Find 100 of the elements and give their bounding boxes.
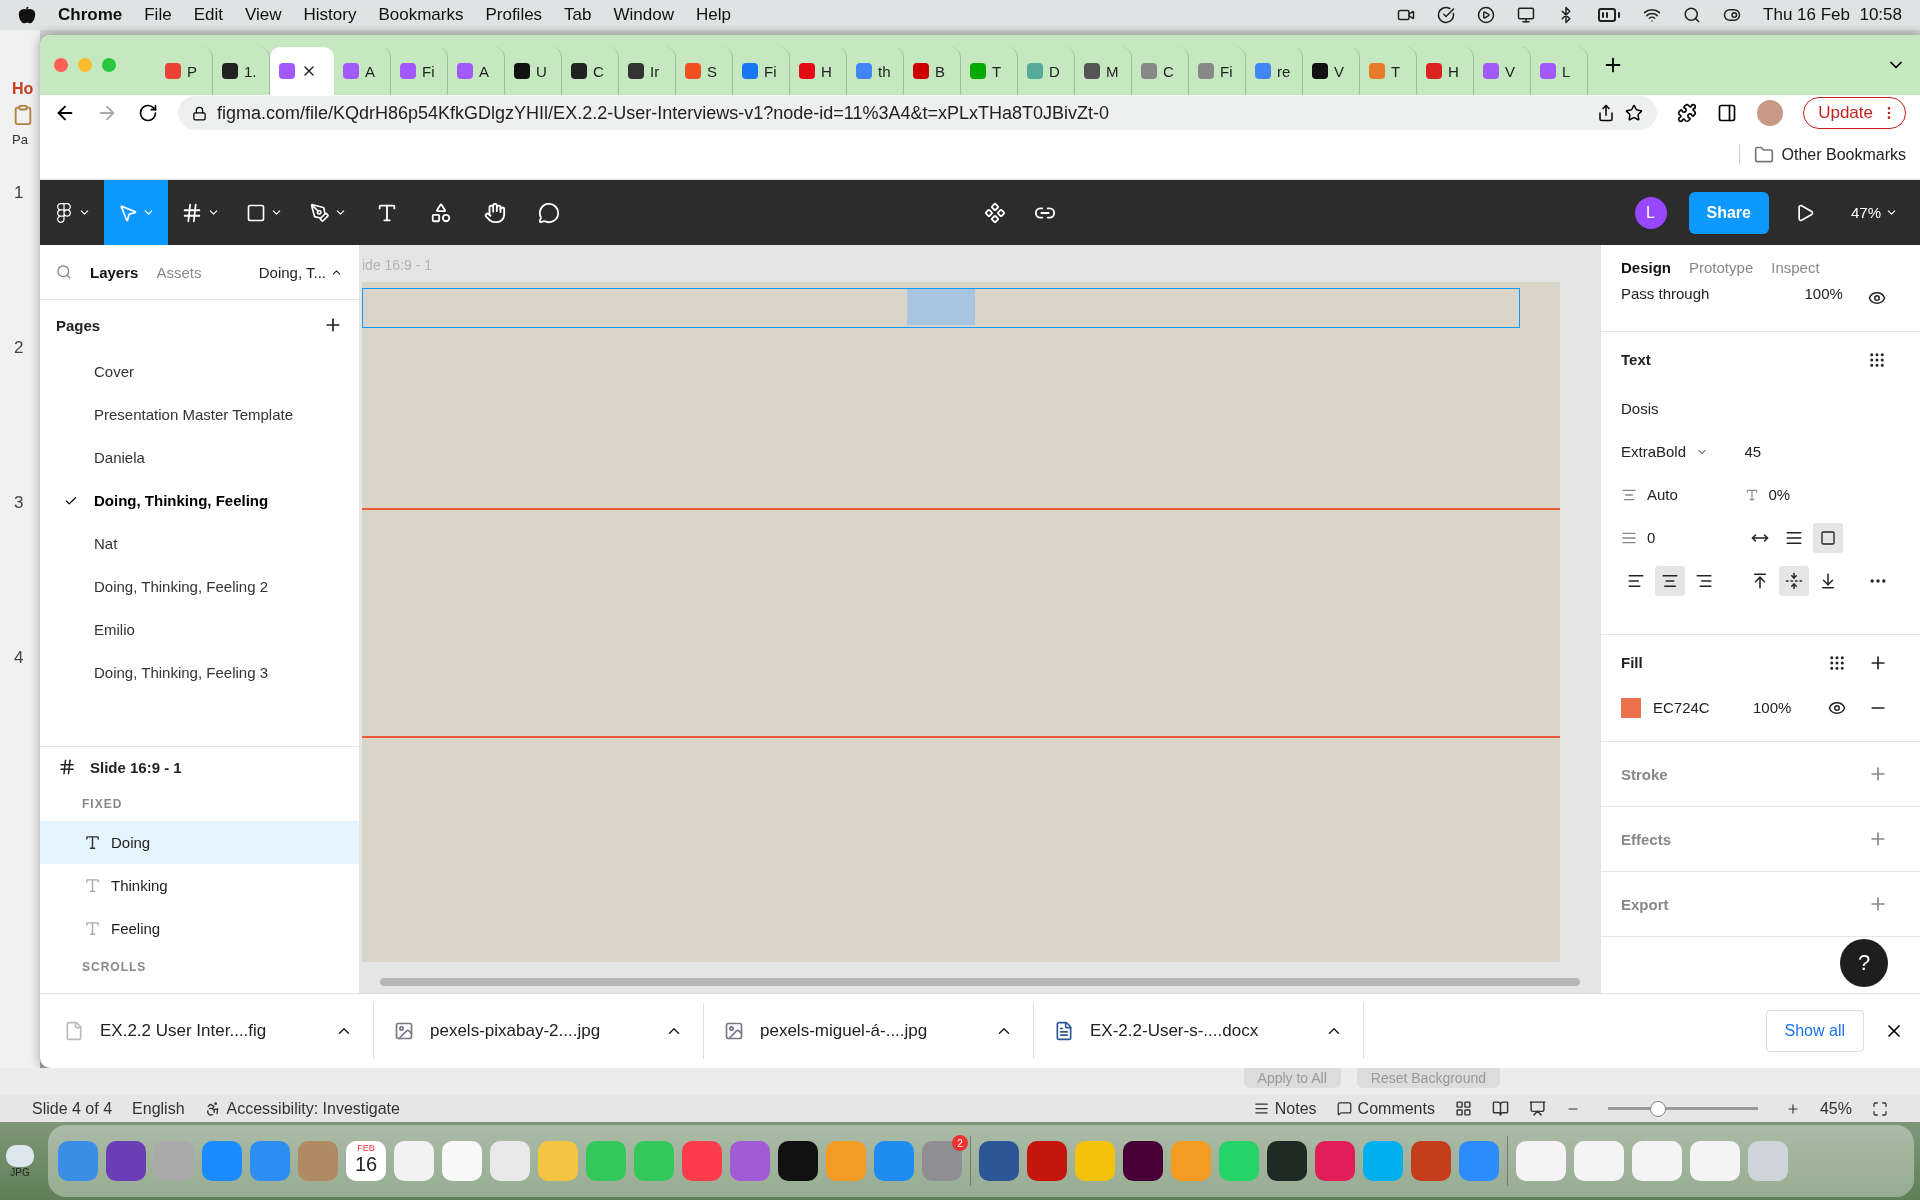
page-item[interactable]: Doing, Thinking, Feeling 2 xyxy=(40,565,359,608)
desktop-file[interactable]: JPG xyxy=(0,1144,40,1178)
scrollbar[interactable] xyxy=(380,978,1580,986)
selection-box[interactable] xyxy=(362,288,1520,328)
show-all-button[interactable]: Show all xyxy=(1765,1010,1864,1052)
page-menu[interactable]: Doing, T... xyxy=(258,263,343,281)
menu-item[interactable]: View xyxy=(244,5,282,25)
styles-icon[interactable] xyxy=(1828,653,1846,672)
menu-item[interactable]: Help xyxy=(696,5,731,25)
page-item[interactable]: Doing, Thinking, Feeling 3 xyxy=(40,651,359,694)
notes-button[interactable]: Notes xyxy=(1253,1099,1317,1118)
window-thumbnail[interactable] xyxy=(1574,1141,1624,1181)
download-item[interactable]: pexels-miguel-á-....jpg xyxy=(724,1003,1034,1059)
page-item[interactable]: Presentation Master Template xyxy=(40,393,359,436)
hex-field[interactable]: EC724C xyxy=(1653,699,1753,716)
line-height-field[interactable]: Auto xyxy=(1621,486,1745,503)
clipboard-icon[interactable] xyxy=(12,104,34,126)
extensions-icon[interactable] xyxy=(1677,103,1698,123)
eye-icon[interactable] xyxy=(1868,289,1886,307)
section-title: Fill xyxy=(1621,654,1644,671)
opacity-field[interactable]: 100% xyxy=(1744,289,1868,302)
ribbon-tab[interactable]: Ho xyxy=(12,80,34,98)
address-bar[interactable]: figma.com/file/KQdrH86p54KfkGDlgzYHIl/EX.2.2-User-Interviews-v1?node-id=11%3A4&t=xPLxTHa8T0JBivZt-0 xyxy=(178,96,1658,130)
window-thumbnail[interactable] xyxy=(1632,1141,1682,1181)
section-title[interactable]: Export xyxy=(1621,895,1868,913)
close-window-button[interactable] xyxy=(54,58,68,72)
layer-item[interactable]: Doing xyxy=(40,821,359,864)
vertical-align-toggle[interactable] xyxy=(1778,565,1809,596)
settings-app-icon[interactable] xyxy=(922,1141,962,1181)
language-status[interactable]: English xyxy=(132,1099,185,1118)
menu-item[interactable]: Window xyxy=(613,5,674,25)
align-toggle[interactable] xyxy=(1655,565,1685,596)
calendar-app-icon[interactable]: FEB 16 xyxy=(346,1141,386,1181)
download-item[interactable]: EX.2.2 User Inter....fig xyxy=(64,1003,374,1059)
reading-view-icon[interactable] xyxy=(1491,1100,1509,1117)
apple-logo-icon[interactable] xyxy=(18,6,36,24)
window-thumbnail[interactable] xyxy=(1516,1141,1566,1181)
page-item[interactable]: Cover xyxy=(40,350,359,393)
side-panel-icon[interactable] xyxy=(1717,103,1738,123)
search-icon[interactable] xyxy=(56,264,72,280)
update-button[interactable]: Update xyxy=(1803,97,1906,129)
clock[interactable]: Thu 16 Feb 10:58 xyxy=(1763,5,1902,25)
blend-mode-menu[interactable]: Pass through xyxy=(1621,289,1745,302)
menu-item[interactable]: Profiles xyxy=(485,5,543,25)
slide-sorter-icon[interactable] xyxy=(1454,1100,1472,1117)
page-item[interactable]: Daniela xyxy=(40,436,359,479)
paragraph-spacing-field[interactable]: 0 xyxy=(1621,529,1745,546)
app-icon[interactable] xyxy=(1123,1141,1163,1181)
color-swatch[interactable] xyxy=(1621,697,1641,718)
panel-tab[interactable]: Layers xyxy=(90,263,139,281)
panel-tab[interactable]: Design xyxy=(1621,258,1671,276)
bookmark-folder-link[interactable]: Other Bookmarks xyxy=(1738,145,1906,165)
zoom-slider-thumb[interactable] xyxy=(1650,1100,1667,1117)
download-item[interactable]: pexels-pixabay-2....jpg xyxy=(394,1003,704,1059)
page-item[interactable]: Doing, Thinking, Feeling xyxy=(40,479,359,522)
share-icon[interactable] xyxy=(1597,104,1616,122)
text-highlight xyxy=(907,289,975,325)
layer-item[interactable]: Thinking xyxy=(40,864,359,907)
download-item[interactable]: EX-2.2-User-s-....docx xyxy=(1054,1003,1364,1059)
text-layer-icon xyxy=(84,877,101,894)
zoom-in-icon[interactable] xyxy=(1785,1101,1800,1116)
comments-icon xyxy=(1336,1101,1352,1116)
help-button[interactable]: ? xyxy=(1840,939,1888,987)
fit-icon[interactable] xyxy=(1872,1100,1888,1117)
app-icon[interactable] xyxy=(778,1141,818,1181)
panel-tab[interactable]: Inspect xyxy=(1771,258,1820,276)
page-item[interactable]: Emilio xyxy=(40,608,359,651)
font-family-menu[interactable]: Dosis xyxy=(1621,400,1908,417)
letter-spacing-field[interactable]: 0% xyxy=(1744,486,1868,503)
reload-icon[interactable] xyxy=(138,103,158,123)
font-size-field[interactable]: 45 xyxy=(1744,443,1868,460)
slideshow-icon[interactable] xyxy=(1528,1100,1546,1117)
menu-item[interactable]: Tab xyxy=(564,5,592,25)
panel-tab[interactable]: Assets xyxy=(156,263,202,281)
menu-item[interactable]: Bookmarks xyxy=(378,5,464,25)
section-title[interactable]: Stroke xyxy=(1621,765,1868,783)
bookmark-star-icon[interactable] xyxy=(1625,104,1644,122)
layer-item[interactable]: Feeling xyxy=(40,907,359,950)
font-weight-menu[interactable]: ExtraBold xyxy=(1621,443,1745,460)
panel-tab[interactable]: Prototype xyxy=(1689,258,1754,276)
menu-item[interactable]: Edit xyxy=(193,5,223,25)
app-icon[interactable] xyxy=(1267,1141,1307,1181)
zoom-menu[interactable]: 47% xyxy=(1844,203,1904,222)
menu-item[interactable]: History xyxy=(303,5,357,25)
window-thumbnail[interactable] xyxy=(1690,1141,1740,1181)
opacity-field[interactable]: 100% xyxy=(1753,699,1828,716)
comments-button[interactable]: Comments xyxy=(1336,1099,1435,1118)
page-item[interactable]: Nat xyxy=(40,522,359,565)
menu-item[interactable]: File xyxy=(144,5,172,25)
profile-avatar[interactable] xyxy=(1757,100,1784,126)
accessibility-status[interactable]: Accessibility: Investigate xyxy=(204,1099,400,1118)
section-title[interactable]: Effects xyxy=(1621,830,1868,848)
frame-layer-name[interactable]: Slide 16:9 - 1 xyxy=(90,758,182,776)
zoom-percentage[interactable]: 45% xyxy=(1819,1099,1852,1118)
app-menu[interactable]: Chrome xyxy=(58,5,123,25)
user-avatar[interactable]: L xyxy=(1634,196,1667,229)
styles-icon[interactable] xyxy=(1868,350,1886,369)
slide-number: 4 xyxy=(14,648,24,668)
resize-toggle[interactable] xyxy=(1812,522,1843,553)
browser-tab[interactable] xyxy=(270,47,334,95)
